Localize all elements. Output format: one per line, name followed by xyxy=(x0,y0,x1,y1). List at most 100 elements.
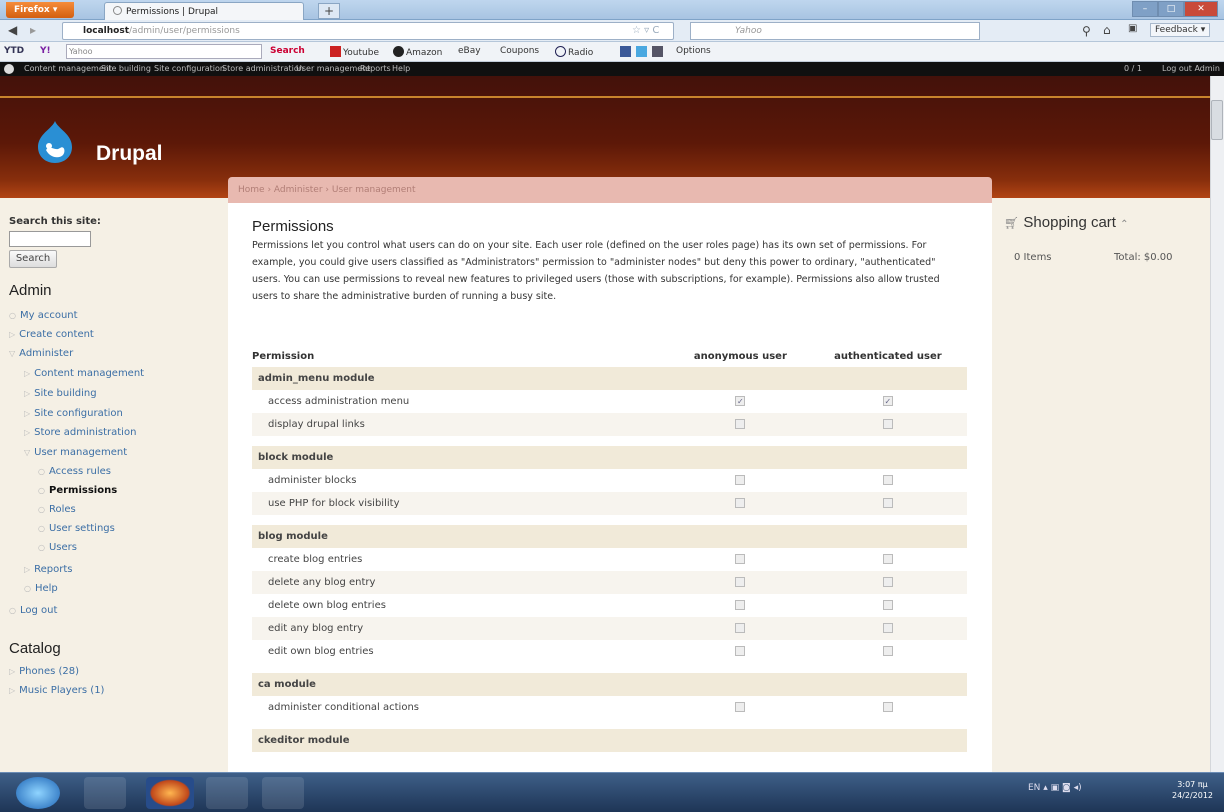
nav-store-administration[interactable]: ▷ Store administration xyxy=(24,427,136,438)
search-box[interactable]: Yahoo xyxy=(690,22,980,40)
catalog-phones[interactable]: ▷ Phones (28) xyxy=(9,666,79,677)
permission-name: administer conditional actions xyxy=(252,696,672,719)
media-player-taskbar-icon[interactable] xyxy=(84,777,126,809)
clock[interactable]: 3:07 πμ 24/2/2012 xyxy=(1172,779,1213,801)
admin-menu-site-configuration[interactable]: Site configuration xyxy=(154,62,225,76)
nav-user-settings[interactable]: ○ User settings xyxy=(38,523,115,534)
addons-icon[interactable]: ▣ xyxy=(1128,23,1137,34)
module-name: ckeditor module xyxy=(252,729,967,752)
toolbar-link-ebay[interactable]: eBay xyxy=(458,46,481,56)
firefox-taskbar-icon[interactable] xyxy=(146,777,194,809)
nav-my-account[interactable]: ○ My account xyxy=(9,310,78,321)
site-name[interactable]: Drupal xyxy=(96,142,163,166)
authenticated-checkbox[interactable]: ✓ xyxy=(882,396,893,406)
scrollbar-thumb[interactable] xyxy=(1211,100,1223,140)
search-icon[interactable]: ⚲ xyxy=(1082,24,1091,38)
admin-menu-site-building[interactable]: Site building xyxy=(101,62,151,76)
admin-menu-bar: Content management Site building Site co… xyxy=(0,62,1224,76)
authenticated-checkbox[interactable] xyxy=(882,577,893,587)
table-header-row: Permission anonymous user authenticated … xyxy=(252,345,967,367)
nav-users[interactable]: ○ Users xyxy=(38,542,77,553)
authenticated-checkbox[interactable] xyxy=(882,623,893,633)
nav-permissions[interactable]: ○ Permissions xyxy=(38,485,117,496)
anonymous-checkbox[interactable] xyxy=(735,702,746,712)
admin-menu-content-management[interactable]: Content management xyxy=(24,62,112,76)
nav-help[interactable]: ○ Help xyxy=(24,583,58,594)
bookmark-star-icon[interactable]: ☆ ▿ C xyxy=(632,25,659,36)
forward-icon[interactable]: ▸ xyxy=(30,23,36,37)
anonymous-checkbox[interactable]: ✓ xyxy=(735,396,746,406)
breadcrumb[interactable]: Home › Administer › User management xyxy=(228,177,992,203)
admin-menu-logout[interactable]: Log out Admin xyxy=(1162,62,1220,76)
admin-menu-store-administration[interactable]: Store administration xyxy=(222,62,304,76)
authenticated-checkbox[interactable] xyxy=(882,419,893,429)
url-bar[interactable]: localhost/admin/user/permissions xyxy=(62,22,674,40)
shopping-cart-title[interactable]: 🛒︎ Shopping cart ⌃ xyxy=(1004,214,1129,231)
minimize-button[interactable]: – xyxy=(1132,1,1158,17)
nav-administer[interactable]: ▽ Administer xyxy=(9,348,73,359)
explorer-taskbar-icon[interactable] xyxy=(206,777,248,809)
anonymous-checkbox[interactable] xyxy=(735,554,746,564)
feedback-button[interactable]: Feedback ▾ xyxy=(1150,23,1211,37)
page-scrollbar[interactable] xyxy=(1210,76,1224,772)
ytd-search-button[interactable]: Search xyxy=(270,46,305,56)
toolbar-link-amazon[interactable]: Amazon xyxy=(393,46,442,58)
toolbar-link-radio[interactable]: Radio xyxy=(555,46,593,58)
start-button[interactable] xyxy=(16,777,60,809)
authenticated-checkbox[interactable] xyxy=(882,646,893,656)
anonymous-checkbox[interactable] xyxy=(735,475,746,485)
nav-site-configuration[interactable]: ▷ Site configuration xyxy=(24,408,123,419)
site-search-button[interactable]: Search xyxy=(9,250,57,268)
authenticated-checkbox[interactable] xyxy=(882,498,893,508)
new-tab-button[interactable]: + xyxy=(318,3,340,19)
language-indicator[interactable]: EN xyxy=(1028,783,1040,793)
anonymous-checkbox[interactable] xyxy=(735,498,746,508)
anonymous-checkbox[interactable] xyxy=(735,577,746,587)
module-name: admin_menu module xyxy=(252,367,967,390)
back-icon[interactable]: ◀ xyxy=(8,23,17,37)
permissions-table-body: admin_menu module access administration m… xyxy=(252,367,967,752)
word-taskbar-icon[interactable] xyxy=(262,777,304,809)
toolbar-link-youtube[interactable]: Youtube xyxy=(330,46,379,58)
collapse-icon[interactable]: ⌃ xyxy=(1120,219,1128,230)
facebook-icon[interactable] xyxy=(620,46,633,58)
authenticated-checkbox[interactable] xyxy=(882,702,893,712)
authenticated-checkbox[interactable] xyxy=(882,475,893,485)
drupal-logo-icon[interactable] xyxy=(36,120,74,164)
permission-name: edit own blog entries xyxy=(252,640,672,663)
toolbar-options[interactable]: Options xyxy=(676,46,711,56)
nav-content-management[interactable]: ▷ Content management xyxy=(24,368,144,379)
navigation-toolbar: ◀ ▸ localhost/admin/user/permissions ☆ ▿… xyxy=(0,20,1224,42)
firefox-menu-button[interactable]: Firefox ▾ xyxy=(6,2,74,18)
permission-name: delete own blog entries xyxy=(252,594,672,617)
authenticated-checkbox[interactable] xyxy=(882,554,893,564)
anonymous-checkbox[interactable] xyxy=(735,419,746,429)
nav-user-management[interactable]: ▽ User management xyxy=(24,447,127,458)
drupal-icon[interactable] xyxy=(4,64,14,74)
home-icon[interactable]: ⌂ xyxy=(1103,23,1111,37)
nav-access-rules[interactable]: ○ Access rules xyxy=(38,466,111,477)
nav-site-building[interactable]: ▷ Site building xyxy=(24,388,97,399)
twitter-icon[interactable] xyxy=(636,46,649,58)
permission-row: administer blocks xyxy=(252,469,967,492)
admin-menu-reports[interactable]: Reports xyxy=(360,62,391,76)
maximize-button[interactable]: □ xyxy=(1158,1,1184,17)
catalog-music-players[interactable]: ▷ Music Players (1) xyxy=(9,685,104,696)
nav-create-content[interactable]: ▷ Create content xyxy=(9,329,94,340)
permissions-table: Permission anonymous user authenticated … xyxy=(252,345,967,752)
photos-icon[interactable] xyxy=(652,46,665,58)
browser-tab[interactable]: Permissions | Drupal xyxy=(104,2,304,20)
site-search-input[interactable] xyxy=(9,231,91,247)
anonymous-checkbox[interactable] xyxy=(735,623,746,633)
permission-row: edit own blog entries xyxy=(252,640,967,663)
toolbar-link-coupons[interactable]: Coupons xyxy=(500,46,539,56)
nav-reports[interactable]: ▷ Reports xyxy=(24,564,73,575)
ytd-search-input[interactable]: Yahoo xyxy=(66,44,262,59)
authenticated-checkbox[interactable] xyxy=(882,600,893,610)
admin-menu-help[interactable]: Help xyxy=(392,62,410,76)
anonymous-checkbox[interactable] xyxy=(735,646,746,656)
anonymous-checkbox[interactable] xyxy=(735,600,746,610)
nav-log-out[interactable]: ○ Log out xyxy=(9,605,57,616)
close-window-button[interactable]: ✕ xyxy=(1184,1,1218,17)
nav-roles[interactable]: ○ Roles xyxy=(38,504,76,515)
